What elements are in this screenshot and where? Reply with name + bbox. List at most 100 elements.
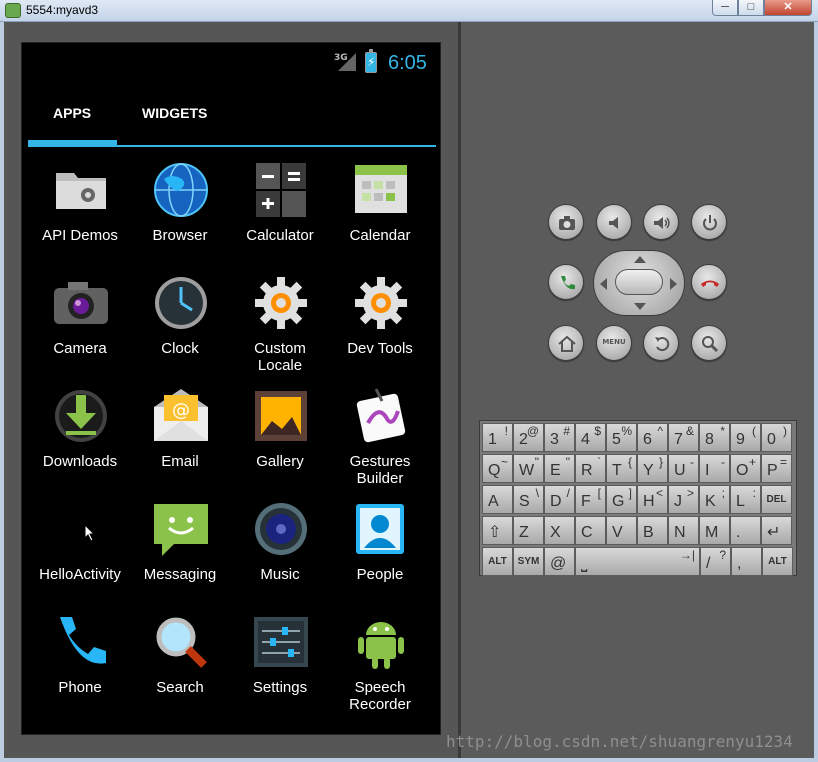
app-downloads[interactable]: Downloads [30, 379, 130, 492]
key-t[interactable]: T{ [606, 454, 637, 483]
app-label: Gestures Builder [349, 453, 411, 487]
app-custom-locale[interactable]: Custom Locale [230, 266, 330, 379]
call-button[interactable] [548, 264, 584, 300]
power-button[interactable] [691, 204, 727, 240]
dpad-right-icon[interactable] [670, 278, 677, 290]
app-browser[interactable]: Browser [130, 153, 230, 266]
battery-icon: ⚡ [365, 49, 377, 73]
back-button[interactable] [643, 325, 679, 361]
key-2[interactable]: 2 @ [513, 423, 544, 452]
key-3[interactable]: 3 # [544, 423, 575, 452]
key-u[interactable]: U- [668, 454, 699, 483]
key-n[interactable]: N [668, 516, 699, 545]
search-button[interactable] [691, 325, 727, 361]
home-button[interactable] [548, 325, 584, 361]
key-alt[interactable]: ALT [482, 547, 513, 576]
app-search[interactable]: Search [130, 605, 230, 718]
key-q[interactable]: Q ~ [482, 454, 513, 483]
app-camera[interactable]: Camera [30, 266, 130, 379]
key-del[interactable]: DEL [761, 485, 792, 514]
key-/[interactable]: /? [700, 547, 731, 576]
key-,[interactable]: , [731, 547, 762, 576]
key-b[interactable]: B [637, 516, 668, 545]
app-music[interactable]: Music [230, 492, 330, 605]
key-r[interactable]: R ` [575, 454, 606, 483]
key-s[interactable]: S \ [513, 485, 544, 514]
key-d[interactable]: D / [544, 485, 575, 514]
tab-apps[interactable]: APPS [53, 105, 91, 121]
key-e[interactable]: E " [544, 454, 575, 483]
dpad-down-icon[interactable] [634, 303, 646, 310]
key-@[interactable]: @ [544, 547, 575, 576]
volume-down-button[interactable] [596, 204, 632, 240]
key-c[interactable]: C [575, 516, 606, 545]
key-a[interactable]: A [482, 485, 513, 514]
app-settings[interactable]: Settings [230, 605, 330, 718]
key-o[interactable]: O + [730, 454, 761, 483]
key-9[interactable]: 9( [730, 423, 761, 452]
dpad-left-icon[interactable] [600, 278, 607, 290]
app-calendar[interactable]: Calendar [330, 153, 430, 266]
key-label: V [612, 524, 623, 541]
key-7[interactable]: 7 & [668, 423, 699, 452]
key-j[interactable]: J > [668, 485, 699, 514]
volume-up-button[interactable] [643, 204, 679, 240]
maximize-button[interactable]: □ [738, 0, 764, 16]
key-0[interactable]: 0) [761, 423, 792, 452]
key-space[interactable]: ⎵ →| [575, 547, 700, 576]
close-button[interactable]: ✕ [764, 0, 812, 16]
key-h[interactable]: H < [637, 485, 668, 514]
key-p[interactable]: P = [761, 454, 792, 483]
app-people[interactable]: People [330, 492, 430, 605]
dpad-center-button[interactable] [615, 269, 663, 295]
key-alt[interactable]: ALT [762, 547, 793, 576]
key-8[interactable]: 8 * [699, 423, 730, 452]
app-calculator[interactable]: Calculator [230, 153, 330, 266]
app-messaging[interactable]: Messaging [130, 492, 230, 605]
menu-button[interactable]: MENU [596, 325, 632, 361]
app-email[interactable]: @ Email [130, 379, 230, 492]
app-label: Messaging [143, 566, 217, 583]
key-label: 3 [550, 431, 559, 448]
key-6[interactable]: 6 ^ [637, 423, 668, 452]
camera-button[interactable] [548, 204, 584, 240]
app-label: API Demos [42, 227, 118, 244]
key-4[interactable]: 4 $ [575, 423, 606, 452]
app-gestures-builder[interactable]: Gestures Builder [330, 379, 430, 492]
end-call-button[interactable] [691, 264, 727, 300]
key-.[interactable]: . [730, 516, 761, 545]
app-dev-tools[interactable]: Dev Tools [330, 266, 430, 379]
app-gallery[interactable]: Gallery [230, 379, 330, 492]
dpad-up-icon[interactable] [634, 256, 646, 263]
key-alt-label: ( [752, 424, 756, 438]
key-shift[interactable]: ⇧ [482, 516, 513, 545]
app-speech-recorder[interactable]: Speech Recorder [330, 605, 430, 718]
app-api-demos[interactable]: API Demos [30, 153, 130, 266]
minimize-button[interactable]: ─ [712, 0, 738, 16]
key-enter[interactable]: ↵ [761, 516, 792, 545]
key-label: Q [488, 462, 501, 479]
tab-widgets[interactable]: WIDGETS [142, 105, 207, 121]
key-5[interactable]: 5% [606, 423, 637, 452]
key-1[interactable]: 1! [482, 423, 513, 452]
phone-screen[interactable]: 3G ⚡ 6:05 APPS WIDGETS API Demos Browser C… [21, 42, 441, 735]
key-y[interactable]: Y} [637, 454, 668, 483]
key-i[interactable]: I- [699, 454, 730, 483]
app-phone[interactable]: Phone [30, 605, 130, 718]
key-k[interactable]: K; [699, 485, 730, 514]
key-v[interactable]: V [606, 516, 637, 545]
key-alt-label: ~ [500, 455, 508, 469]
dpad[interactable] [593, 250, 685, 316]
key-x[interactable]: X [544, 516, 575, 545]
key-label: P [767, 462, 778, 479]
key-l[interactable]: L: [730, 485, 761, 514]
key-sym[interactable]: SYM [513, 547, 544, 576]
app-helloactivity[interactable]: HelloActivity [30, 492, 130, 605]
key-label: I [705, 462, 710, 479]
key-w[interactable]: W " [513, 454, 544, 483]
key-g[interactable]: G] [606, 485, 637, 514]
app-clock[interactable]: Clock [130, 266, 230, 379]
key-z[interactable]: Z [513, 516, 544, 545]
key-m[interactable]: M [699, 516, 730, 545]
key-f[interactable]: F[ [575, 485, 606, 514]
